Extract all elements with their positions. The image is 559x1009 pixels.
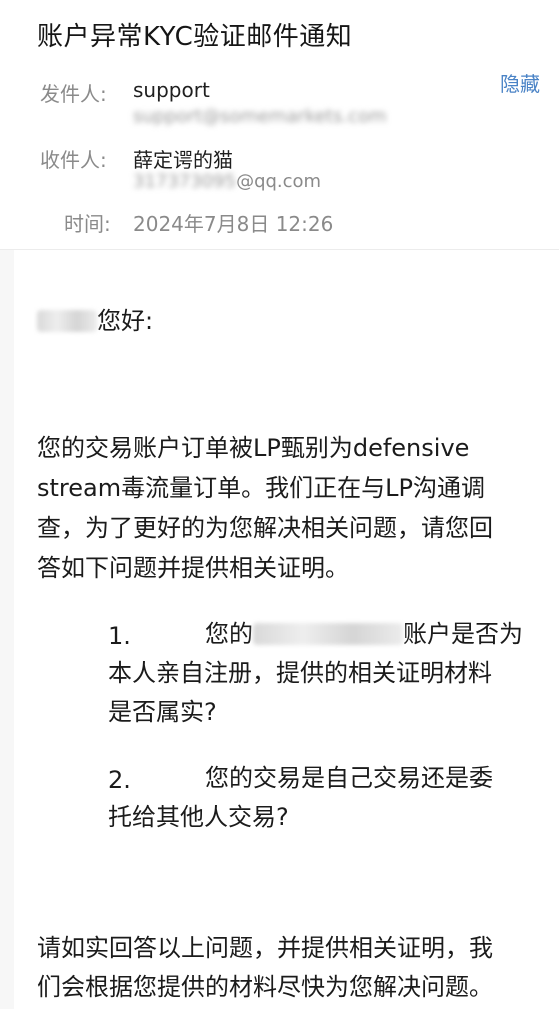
redacted-name bbox=[37, 310, 97, 332]
question2-line1: 您的交易是自己交易还是委 bbox=[205, 764, 493, 792]
time-label: 时间: bbox=[64, 212, 111, 236]
email-header: 账户异常KYC验证邮件通知 隐藏 发件人: support support@so… bbox=[0, 0, 559, 250]
from-label: 发件人: bbox=[40, 82, 107, 106]
header-divider bbox=[0, 249, 559, 250]
question2-line2: 托给其他人交易? bbox=[108, 803, 289, 831]
para1-line2: stream毒流量订单。我们正在与LP沟通调 bbox=[37, 474, 485, 502]
email-subject: 账户异常KYC验证邮件通知 bbox=[37, 22, 353, 52]
recipient-name[interactable]: 薛定谔的猫 bbox=[133, 144, 233, 173]
question1-number: 1. bbox=[108, 622, 131, 650]
sender-name[interactable]: support bbox=[133, 78, 210, 102]
sender-address: support@somemarkets.com bbox=[133, 106, 387, 127]
hide-details-link[interactable]: 隐藏 bbox=[500, 68, 540, 97]
question1-prefix: 您的 bbox=[205, 620, 253, 648]
greeting-text: 您好: bbox=[97, 307, 154, 335]
para1-line3: 查，为了更好的为您解决相关问题，请您回 bbox=[37, 514, 493, 542]
closing-line2: 们会根据您提供的材料尽快为您解决问题。 bbox=[37, 973, 493, 1001]
body-left-edge bbox=[0, 250, 14, 1009]
question1-line1: 您的 账户是否为 bbox=[205, 622, 523, 646]
question1-line2: 本人亲自注册，提供的相关证明材料 bbox=[108, 659, 492, 687]
recipient-address: 317373095@qq.com bbox=[133, 171, 321, 192]
sent-time: 2024年7月8日 12:26 bbox=[133, 212, 334, 236]
recipient-address-blurred: 317373095 bbox=[133, 171, 237, 192]
para1-line1: 您的交易账户订单被LP甄别为defensive bbox=[37, 434, 470, 462]
para1-line4: 答如下问题并提供相关证明。 bbox=[37, 554, 349, 582]
recipient-address-domain: @qq.com bbox=[236, 171, 322, 192]
closing-line1: 请如实回答以上问题，并提供相关证明，我 bbox=[37, 934, 493, 962]
question1-line3: 是否属实? bbox=[108, 698, 217, 726]
to-label: 收件人: bbox=[40, 148, 107, 172]
question1-suffix: 账户是否为 bbox=[403, 620, 523, 648]
redacted-broker-name bbox=[253, 623, 403, 645]
question2-number: 2. bbox=[108, 766, 131, 794]
greeting: 您好: bbox=[37, 309, 153, 333]
